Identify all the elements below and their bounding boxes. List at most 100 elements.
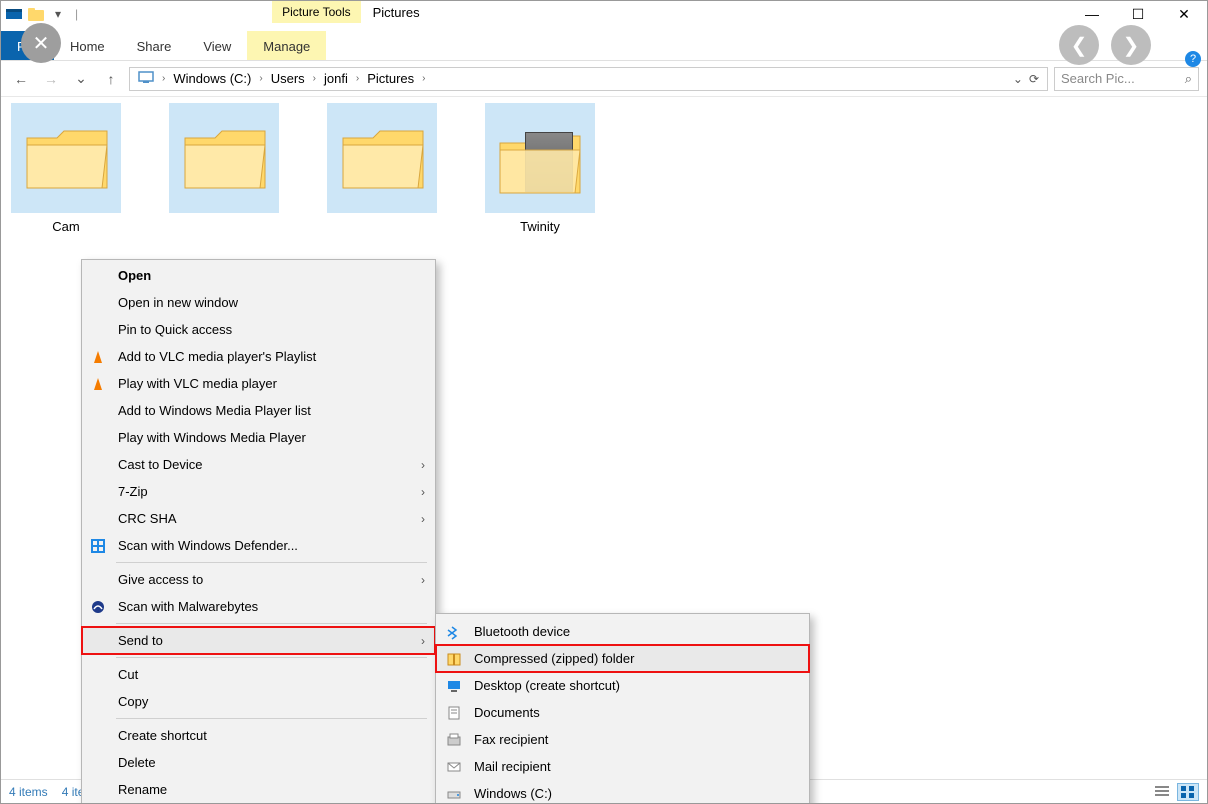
qat-dropdown-icon[interactable]: ▾: [49, 5, 67, 23]
blank-icon: [88, 692, 108, 712]
folder-item[interactable]: Twinity: [485, 103, 595, 234]
folder-icon: [11, 103, 121, 213]
context-menu-item[interactable]: Create shortcut: [82, 722, 435, 749]
submenu-item-label: Mail recipient: [474, 759, 799, 774]
breadcrumb-seg-2[interactable]: Users: [267, 71, 309, 86]
context-menu-item[interactable]: Delete: [82, 749, 435, 776]
context-menu-item[interactable]: Scan with Malwarebytes: [82, 593, 435, 620]
search-input[interactable]: Search Pic... ⌕: [1054, 67, 1199, 91]
search-icon: ⌕: [1185, 71, 1192, 87]
folder-item[interactable]: [327, 103, 437, 234]
submenu-item[interactable]: Desktop (create shortcut): [436, 672, 809, 699]
folder-item[interactable]: Cam: [11, 103, 121, 234]
chevron-right-icon[interactable]: ›: [160, 73, 167, 84]
menu-item-label: Play with Windows Media Player: [118, 430, 425, 445]
menu-item-label: Open: [118, 268, 425, 283]
menu-item-label: Open in new window: [118, 295, 425, 310]
minimize-button[interactable]: —: [1069, 1, 1115, 27]
maximize-button[interactable]: ☐: [1115, 1, 1161, 27]
context-menu-item[interactable]: Add to Windows Media Player list: [82, 397, 435, 424]
picture-tools-tab[interactable]: Picture Tools: [272, 1, 360, 23]
submenu-item[interactable]: Compressed (zipped) folder: [436, 645, 809, 672]
context-menu-item[interactable]: Rename: [82, 776, 435, 803]
context-menu: Open Open in new window Pin to Quick acc…: [81, 259, 436, 804]
blank-icon: [88, 320, 108, 340]
back-button[interactable]: ←: [9, 67, 33, 91]
close-button[interactable]: ✕: [1161, 1, 1207, 27]
overlay-close-button[interactable]: ✕: [21, 23, 61, 63]
blank-icon: [88, 401, 108, 421]
manage-tab[interactable]: Manage: [247, 31, 326, 60]
context-menu-item[interactable]: Play with Windows Media Player: [82, 424, 435, 451]
chevron-right-icon: ›: [421, 485, 425, 499]
context-menu-item[interactable]: Play with VLC media player: [82, 370, 435, 397]
menu-item-label: Create shortcut: [118, 728, 425, 743]
folder-icon: [169, 103, 279, 213]
doc-icon: [444, 703, 464, 723]
overlay-next-button[interactable]: ❯: [1111, 25, 1151, 65]
zip-icon: [444, 649, 464, 669]
submenu-item[interactable]: Bluetooth device: [436, 618, 809, 645]
folder-icon: [327, 103, 437, 213]
bt-icon: [444, 622, 464, 642]
blank-icon: [88, 780, 108, 800]
chevron-right-icon[interactable]: ›: [354, 73, 361, 84]
vlc-icon: [88, 347, 108, 367]
window-title: Pictures: [361, 1, 432, 24]
folder-qat-icon[interactable]: [27, 5, 45, 23]
context-menu-item[interactable]: Add to VLC media player's Playlist: [82, 343, 435, 370]
context-menu-item[interactable]: Give access to ›: [82, 566, 435, 593]
overlay-prev-button[interactable]: ❮: [1059, 25, 1099, 65]
recent-dropdown-icon[interactable]: ⌄: [69, 67, 93, 91]
chevron-right-icon: ›: [421, 573, 425, 587]
breadcrumb-seg-1[interactable]: Windows (C:): [169, 71, 255, 86]
share-tab[interactable]: Share: [121, 31, 188, 60]
address-actions: ⌄ ⟳: [1013, 72, 1043, 86]
blank-icon: [88, 665, 108, 685]
submenu-item[interactable]: Documents: [436, 699, 809, 726]
breadcrumb-seg-3[interactable]: jonfi: [320, 71, 352, 86]
submenu-item[interactable]: Windows (C:): [436, 780, 809, 804]
context-menu-item[interactable]: Copy: [82, 688, 435, 715]
chevron-right-icon: ›: [421, 512, 425, 526]
view-tab[interactable]: View: [187, 31, 247, 60]
submenu-item[interactable]: Mail recipient: [436, 753, 809, 780]
context-menu-item[interactable]: 7-Zip ›: [82, 478, 435, 505]
context-menu-item[interactable]: Cut: [82, 661, 435, 688]
context-menu-item[interactable]: Open: [82, 262, 435, 289]
pc-icon[interactable]: [134, 71, 158, 86]
icons-view-button[interactable]: [1177, 783, 1199, 801]
blank-icon: [88, 293, 108, 313]
file-list-pane[interactable]: Cam Twinity Open Open in new window: [1, 97, 1207, 779]
chevron-right-icon[interactable]: ›: [311, 73, 318, 84]
address-dropdown-icon[interactable]: ⌄: [1013, 72, 1023, 86]
context-menu-item[interactable]: Open in new window: [82, 289, 435, 316]
desktop-icon: [444, 676, 464, 696]
menu-item-label: Add to VLC media player's Playlist: [118, 349, 425, 364]
context-menu-item[interactable]: Scan with Windows Defender...: [82, 532, 435, 559]
folder-label: Cam: [52, 219, 79, 234]
details-view-button[interactable]: [1151, 783, 1173, 801]
help-badge-icon[interactable]: ?: [1185, 51, 1201, 67]
address-bar[interactable]: › Windows (C:) › Users › jonfi › Picture…: [129, 67, 1048, 91]
context-menu-item[interactable]: Cast to Device ›: [82, 451, 435, 478]
chevron-right-icon[interactable]: ›: [257, 73, 264, 84]
menu-item-label: Scan with Malwarebytes: [118, 599, 425, 614]
folder-item[interactable]: [169, 103, 279, 234]
context-menu-item[interactable]: CRC SHA ›: [82, 505, 435, 532]
refresh-button[interactable]: ⟳: [1029, 72, 1039, 86]
menu-separator: [116, 657, 427, 658]
chevron-right-icon[interactable]: ›: [420, 73, 427, 84]
blank-icon: [88, 266, 108, 286]
menu-item-label: Delete: [118, 755, 425, 770]
menu-separator: [116, 623, 427, 624]
home-tab[interactable]: Home: [54, 31, 121, 60]
context-menu-item[interactable]: Send to ›: [82, 627, 435, 654]
up-button[interactable]: ↑: [99, 67, 123, 91]
submenu-item[interactable]: Fax recipient: [436, 726, 809, 753]
submenu-item-label: Compressed (zipped) folder: [474, 651, 799, 666]
menu-item-label: Play with VLC media player: [118, 376, 425, 391]
forward-button[interactable]: →: [39, 67, 63, 91]
breadcrumb-seg-4[interactable]: Pictures: [363, 71, 418, 86]
context-menu-item[interactable]: Pin to Quick access: [82, 316, 435, 343]
